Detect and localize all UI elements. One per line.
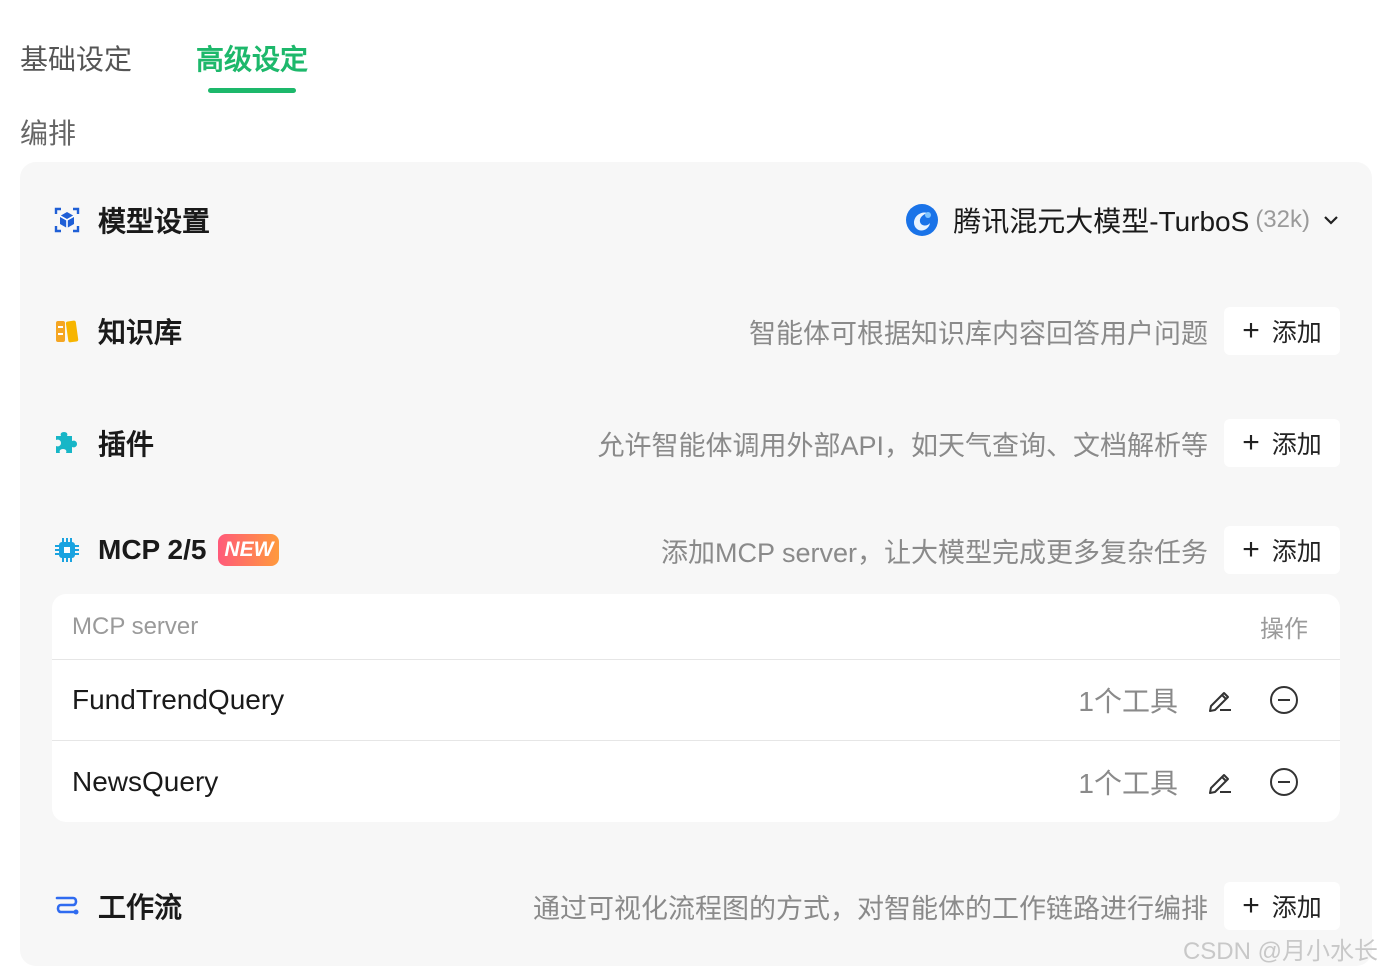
table-row: FundTrendQuery 1个工具 — [52, 660, 1340, 741]
mcp-server-table: MCP server 操作 FundTrendQuery 1个工具 NewsQu… — [52, 594, 1340, 822]
column-header-action: 操作 — [1260, 616, 1308, 643]
puzzle-icon — [52, 428, 82, 458]
model-settings-row: 模型设置 腾讯混元大模型-TurboS (32k) — [52, 196, 1340, 244]
workflow-description: 通过可视化流程图的方式，对智能体的工作链路进行编排 — [533, 893, 1208, 924]
mcp-tool-count[interactable]: 1个工具 — [1078, 762, 1178, 802]
orchestration-panel: 模型设置 腾讯混元大模型-TurboS (32k) 知识库 智能体可根据知识库内… — [20, 162, 1372, 966]
knowledge-description: 智能体可根据知识库内容回答用户问题 — [749, 318, 1208, 349]
plugins-row: 插件 允许智能体调用外部API，如天气查询、文档解析等 + 添加 — [52, 419, 1340, 467]
model-context-size: (32k) — [1255, 206, 1310, 233]
tab-advanced-settings[interactable]: 高级设定 — [196, 38, 308, 98]
mcp-row: MCP 2/5 NEW 添加MCP server，让大模型完成更多复杂任务 + … — [52, 526, 1340, 574]
add-knowledge-label: 添加 — [1271, 319, 1322, 347]
pencil-icon[interactable] — [1204, 684, 1236, 716]
chevron-down-icon — [1322, 211, 1340, 229]
add-plugin-button[interactable]: + 添加 — [1224, 419, 1340, 467]
flow-icon — [52, 891, 82, 921]
plus-icon: + — [1242, 314, 1260, 347]
model-name: 腾讯混元大模型-TurboS — [953, 206, 1250, 237]
plus-icon: + — [1242, 426, 1260, 459]
cube-icon — [52, 205, 82, 235]
pencil-icon[interactable] — [1204, 766, 1236, 798]
model-dropdown[interactable]: 腾讯混元大模型-TurboS (32k) — [905, 200, 1340, 240]
hunyuan-logo-icon — [905, 203, 939, 237]
new-badge: NEW — [218, 534, 280, 566]
mcp-server-name: NewsQuery — [72, 765, 219, 797]
mcp-description: 添加MCP server，让大模型完成更多复杂任务 — [660, 537, 1208, 568]
tab-advanced-label: 高级设定 — [196, 44, 309, 75]
add-knowledge-button[interactable]: + 添加 — [1224, 307, 1340, 355]
workflow-title: 工作流 — [98, 892, 183, 923]
watermark: CSDN @月小水长 — [1182, 938, 1378, 965]
mcp-title: MCP 2/5 — [98, 534, 207, 565]
tab-basic-settings[interactable]: 基础设定 — [20, 38, 132, 98]
add-mcp-label: 添加 — [1271, 538, 1322, 566]
add-workflow-button[interactable]: + 添加 — [1224, 882, 1340, 930]
settings-tabs: 基础设定 高级设定 — [20, 38, 308, 98]
active-tab-indicator — [208, 88, 297, 93]
plugins-description: 允许智能体调用外部API，如天气查询、文档解析等 — [597, 430, 1208, 461]
table-header: MCP server 操作 — [52, 594, 1340, 660]
add-mcp-button[interactable]: + 添加 — [1224, 526, 1340, 574]
section-label-orchestration: 编排 — [20, 118, 77, 149]
chip-icon — [52, 535, 82, 565]
table-row: NewsQuery 1个工具 — [52, 741, 1340, 822]
minus-circle-icon[interactable] — [1268, 766, 1300, 798]
column-header-server: MCP server — [72, 612, 199, 640]
add-workflow-label: 添加 — [1271, 894, 1322, 922]
plugins-title: 插件 — [98, 429, 155, 460]
books-icon — [52, 316, 82, 346]
model-settings-title: 模型设置 — [98, 206, 211, 237]
mcp-server-name: FundTrendQuery — [72, 684, 285, 715]
mcp-tool-count[interactable]: 1个工具 — [1078, 680, 1178, 720]
knowledge-row: 知识库 智能体可根据知识库内容回答用户问题 + 添加 — [52, 307, 1340, 355]
add-plugin-label: 添加 — [1271, 431, 1322, 459]
knowledge-title: 知识库 — [98, 317, 183, 348]
plus-icon: + — [1242, 889, 1260, 922]
plus-icon: + — [1242, 533, 1260, 566]
minus-circle-icon[interactable] — [1268, 684, 1300, 716]
workflow-row: 工作流 通过可视化流程图的方式，对智能体的工作链路进行编排 + 添加 — [52, 882, 1340, 930]
